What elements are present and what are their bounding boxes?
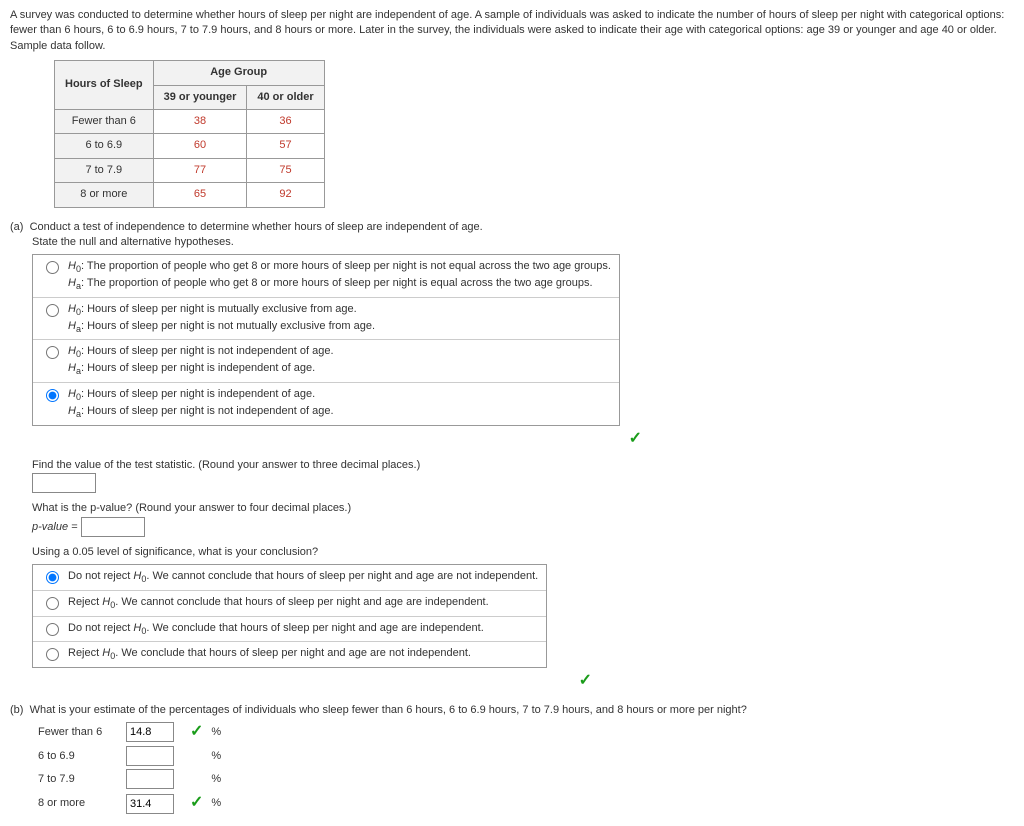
pct-row: 6 to 6.9 % [36,746,223,766]
radio-hyp-1[interactable] [46,261,59,274]
row-label: 6 to 6.9 [55,134,154,158]
conclusion-label: Using a 0.05 level of significance, what… [32,545,1014,560]
pct-row: 7 to 7.9 % [36,769,223,789]
col-header: 40 or older [247,85,324,109]
pvalue-label: What is the p-value? (Round your answer … [32,501,1014,516]
check-icon: ✓ [629,428,642,450]
conc-option[interactable]: Do not reject H0. We cannot conclude tha… [33,565,546,591]
pct-unit: % [209,792,223,814]
pct-input-1[interactable] [126,722,174,742]
percentage-table: Fewer than 6 ✓ % 6 to 6.9 % 7 to 7.9 % 8… [32,718,227,818]
pct-input-4[interactable] [126,794,174,814]
test-stat-input[interactable] [32,473,96,493]
check-icon: ✓ [579,670,592,692]
row-label: 7 to 7.9 [55,158,154,182]
hypotheses-options: H0: The proportion of people who get 8 o… [32,254,620,425]
pvalue-input[interactable] [81,517,145,537]
h0-symbol: H [68,260,76,272]
state-hypotheses-label: State the null and alternative hypothese… [32,235,1014,250]
test-stat-label: Find the value of the test statistic. (R… [32,458,1014,473]
cell: 60 [153,134,247,158]
table-row: 6 to 6.9 60 57 [55,134,325,158]
cell: 36 [247,109,324,133]
ha-symbol: H [68,277,76,289]
cell: 77 [153,158,247,182]
check-icon: ✓ [190,721,203,743]
conc-option[interactable]: Reject H0. We conclude that hours of sle… [33,642,546,667]
part-b-label: (b) [10,704,23,716]
pct-unit: % [209,721,223,743]
row-label: 8 or more [55,183,154,207]
table-corner: Hours of Sleep [55,61,154,110]
radio-conc-3[interactable] [46,623,59,636]
pct-label: 6 to 6.9 [36,746,120,766]
table-row: Fewer than 6 38 36 [55,109,325,133]
conc-option[interactable]: Reject H0. We cannot conclude that hours… [33,591,546,617]
table-row: 8 or more 65 92 [55,183,325,207]
pct-unit: % [209,746,223,766]
hyp-option[interactable]: H0: Hours of sleep per night is mutually… [33,298,619,341]
cell: 75 [247,158,324,182]
radio-conc-1[interactable] [46,571,59,584]
cell: 65 [153,183,247,207]
hyp-option[interactable]: H0: The proportion of people who get 8 o… [33,255,619,298]
part-a: (a) Conduct a test of independence to de… [10,220,1014,693]
conc-option[interactable]: Do not reject H0. We conclude that hours… [33,617,546,643]
pct-input-2[interactable] [126,746,174,766]
hyp-option[interactable]: H0: Hours of sleep per night is not inde… [33,340,619,383]
row-label: Fewer than 6 [55,109,154,133]
part-b-prompt: What is your estimate of the percentages… [30,704,747,716]
cell: 92 [247,183,324,207]
radio-conc-4[interactable] [46,648,59,661]
pct-unit: % [209,769,223,789]
part-b: (b) What is your estimate of the percent… [10,703,1014,818]
hyp-option[interactable]: H0: Hours of sleep per night is independ… [33,383,619,425]
part-a-label: (a) [10,221,23,233]
pct-row: 8 or more ✓ % [36,792,223,814]
pct-label: 8 or more [36,792,120,814]
problem-intro: A survey was conducted to determine whet… [10,8,1014,54]
part-a-prompt: Conduct a test of independence to determ… [30,221,483,233]
check-icon: ✓ [190,792,203,814]
radio-hyp-4[interactable] [46,389,59,402]
radio-hyp-3[interactable] [46,346,59,359]
data-table: Hours of Sleep Age Group 39 or younger 4… [54,60,325,207]
radio-conc-2[interactable] [46,597,59,610]
cell: 57 [247,134,324,158]
radio-hyp-2[interactable] [46,304,59,317]
col-header: 39 or younger [153,85,247,109]
cell: 38 [153,109,247,133]
pct-label: 7 to 7.9 [36,769,120,789]
table-row: 7 to 7.9 77 75 [55,158,325,182]
pct-input-3[interactable] [126,769,174,789]
pvalue-prefix: p-value = [32,521,81,533]
conclusion-options: Do not reject H0. We cannot conclude tha… [32,564,547,668]
table-group-header: Age Group [153,61,324,85]
pct-row: Fewer than 6 ✓ % [36,721,223,743]
pct-label: Fewer than 6 [36,721,120,743]
